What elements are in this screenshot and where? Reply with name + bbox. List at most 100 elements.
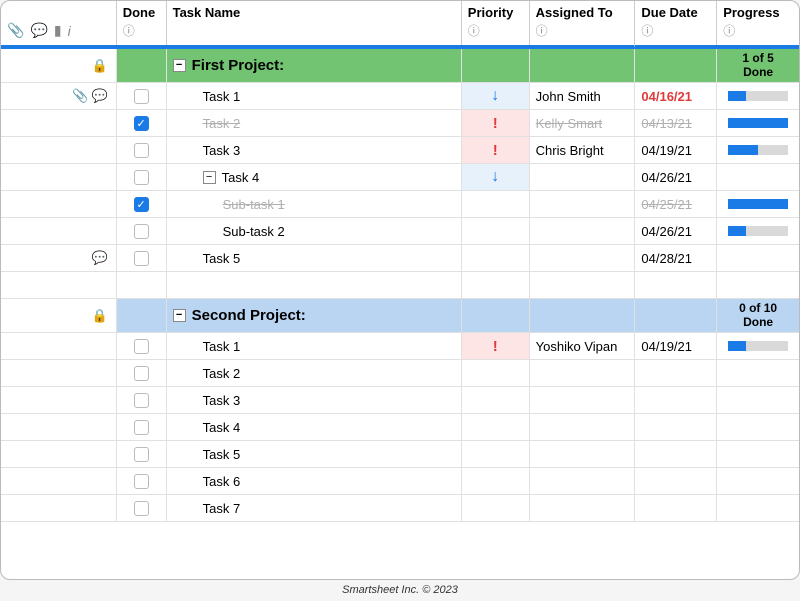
section-title-cell[interactable]: −Second Project: xyxy=(167,299,462,332)
priority-cell[interactable] xyxy=(462,414,530,440)
column-menu-icon[interactable]: ⓘ xyxy=(468,22,523,39)
section-header-row[interactable]: 🔒 −Second Project: 0 of 10Done xyxy=(1,299,799,333)
task-row[interactable]: −Task 4 ↓ 04/26/21 xyxy=(1,164,799,191)
row-handle[interactable]: 🔒 xyxy=(1,49,117,82)
progress-cell[interactable] xyxy=(717,191,799,217)
column-menu-icon[interactable]: ⓘ xyxy=(123,22,160,39)
assigned-cell[interactable] xyxy=(530,441,636,467)
assigned-cell[interactable] xyxy=(530,360,636,386)
info-header-icon[interactable]: i xyxy=(68,23,71,39)
done-checkbox[interactable] xyxy=(134,170,149,185)
assigned-cell[interactable] xyxy=(530,164,636,190)
done-checkbox[interactable] xyxy=(134,224,149,239)
progress-cell[interactable] xyxy=(717,110,799,136)
progress-cell[interactable] xyxy=(717,360,799,386)
col-header-priority[interactable]: Priority ⓘ xyxy=(462,1,530,45)
task-row[interactable]: Task 1 ! Yoshiko Vipan 04/19/21 xyxy=(1,333,799,360)
task-name-cell[interactable]: Task 3 xyxy=(167,387,462,413)
task-name-cell[interactable]: Task 1 xyxy=(167,83,462,109)
assigned-cell[interactable] xyxy=(530,468,636,494)
priority-cell[interactable] xyxy=(462,495,530,521)
assigned-cell[interactable] xyxy=(530,218,636,244)
column-menu-icon[interactable]: ⓘ xyxy=(536,22,629,39)
due-date-cell[interactable] xyxy=(635,441,717,467)
due-date-cell[interactable]: 04/19/21 xyxy=(635,333,717,359)
priority-cell[interactable] xyxy=(462,218,530,244)
col-header-assigned[interactable]: Assigned To ⓘ xyxy=(530,1,636,48)
progress-cell[interactable] xyxy=(717,245,799,271)
done-checkbox[interactable] xyxy=(134,501,149,516)
assigned-cell[interactable] xyxy=(530,245,636,271)
task-row[interactable]: Task 5 xyxy=(1,441,799,468)
task-row[interactable]: 📎💬 Task 1 ↓ John Smith 04/16/21 xyxy=(1,83,799,110)
collapse-icon[interactable]: − xyxy=(203,171,216,184)
done-cell[interactable] xyxy=(117,441,167,467)
task-row[interactable]: Task 3 xyxy=(1,387,799,414)
done-cell[interactable]: ✓ xyxy=(117,110,167,136)
done-cell[interactable] xyxy=(117,360,167,386)
done-cell[interactable] xyxy=(117,495,167,521)
row-handle[interactable] xyxy=(1,137,117,163)
assigned-cell[interactable]: Kelly Smart xyxy=(530,110,636,136)
done-cell[interactable] xyxy=(117,414,167,440)
task-name-cell[interactable]: Sub-task 1 xyxy=(167,191,462,217)
done-checkbox[interactable] xyxy=(134,143,149,158)
row-handle[interactable] xyxy=(1,360,117,386)
row-handle[interactable] xyxy=(1,414,117,440)
done-cell[interactable] xyxy=(117,333,167,359)
done-checkbox[interactable] xyxy=(134,339,149,354)
due-date-cell[interactable]: 04/25/21 xyxy=(635,191,717,217)
collapse-icon[interactable]: − xyxy=(173,59,186,72)
row-handle[interactable] xyxy=(1,441,117,467)
done-checkbox[interactable] xyxy=(134,474,149,489)
task-row[interactable]: Task 3 ! Chris Bright 04/19/21 xyxy=(1,137,799,164)
progress-cell[interactable] xyxy=(717,83,799,109)
progress-cell[interactable] xyxy=(717,414,799,440)
progress-cell[interactable] xyxy=(717,137,799,163)
task-row[interactable]: Task 4 xyxy=(1,414,799,441)
done-checkbox[interactable] xyxy=(134,447,149,462)
assigned-cell[interactable] xyxy=(530,495,636,521)
empty-row[interactable] xyxy=(1,272,799,299)
task-row[interactable]: Sub-task 2 04/26/21 xyxy=(1,218,799,245)
col-header-done[interactable]: Done ⓘ xyxy=(117,1,167,45)
row-handle[interactable]: 📎💬 xyxy=(1,83,117,109)
priority-cell[interactable]: ! xyxy=(462,137,530,163)
col-header-task[interactable]: Task Name xyxy=(167,1,462,45)
priority-cell[interactable] xyxy=(462,360,530,386)
due-date-cell[interactable]: 04/13/21 xyxy=(635,110,717,136)
due-date-cell[interactable] xyxy=(635,387,717,413)
done-cell[interactable] xyxy=(117,137,167,163)
assigned-cell[interactable]: Chris Bright xyxy=(530,137,636,163)
task-row[interactable]: ✓ Sub-task 1 04/25/21 xyxy=(1,191,799,218)
progress-cell[interactable] xyxy=(717,441,799,467)
proof-header-icon[interactable]: ▮ xyxy=(54,22,62,39)
done-cell[interactable] xyxy=(117,164,167,190)
assigned-cell[interactable] xyxy=(530,414,636,440)
done-cell[interactable] xyxy=(117,218,167,244)
done-checkbox[interactable]: ✓ xyxy=(134,197,149,212)
row-handle[interactable] xyxy=(1,218,117,244)
row-handle[interactable]: 💬 xyxy=(1,245,117,271)
section-title-cell[interactable]: −First Project: xyxy=(167,49,462,82)
task-name-cell[interactable]: −Task 4 xyxy=(167,164,462,190)
task-row[interactable]: Task 6 xyxy=(1,468,799,495)
comment-header-icon[interactable]: 💬 xyxy=(30,22,47,39)
due-date-cell[interactable]: 04/28/21 xyxy=(635,245,717,271)
done-checkbox[interactable] xyxy=(134,420,149,435)
progress-cell[interactable] xyxy=(717,468,799,494)
row-handle[interactable] xyxy=(1,468,117,494)
row-handle[interactable] xyxy=(1,164,117,190)
task-name-cell[interactable]: Task 2 xyxy=(167,360,462,386)
section-header-row[interactable]: 🔒 −First Project: 1 of 5Done xyxy=(1,49,799,83)
task-name-cell[interactable]: Task 5 xyxy=(167,441,462,467)
task-name-cell[interactable]: Sub-task 2 xyxy=(167,218,462,244)
task-name-cell[interactable]: Task 6 xyxy=(167,468,462,494)
due-date-cell[interactable]: 04/16/21 xyxy=(635,83,717,109)
attachment-header-icon[interactable]: 📎 xyxy=(7,22,24,39)
task-row[interactable]: Task 2 xyxy=(1,360,799,387)
comment-icon[interactable]: 💬 xyxy=(92,250,108,266)
due-date-cell[interactable] xyxy=(635,495,717,521)
done-cell[interactable]: ✓ xyxy=(117,191,167,217)
done-cell[interactable] xyxy=(117,468,167,494)
